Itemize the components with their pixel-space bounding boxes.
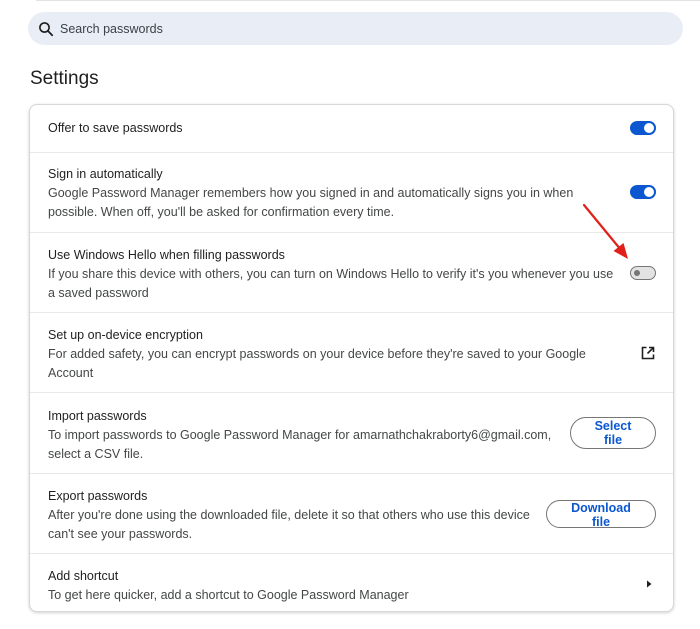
- top-divider: [36, 0, 700, 1]
- setting-description: Account: [48, 366, 94, 380]
- toggle-knob: [634, 270, 640, 276]
- setting-sign-in-automatically[interactable]: Sign in automatically Google Password Ma…: [30, 152, 673, 232]
- toggle-knob: [644, 123, 654, 133]
- setting-offer-save-passwords[interactable]: Offer to save passwords: [30, 105, 673, 152]
- toggle-knob: [644, 187, 654, 197]
- download-file-button[interactable]: Download file: [546, 500, 656, 529]
- page-title: Settings: [30, 68, 99, 89]
- setting-description: If you share this device with others, yo…: [48, 267, 614, 281]
- open-in-new-icon[interactable]: [640, 345, 656, 361]
- offer-save-toggle[interactable]: [630, 121, 656, 135]
- chevron-right-icon[interactable]: [644, 579, 654, 589]
- setting-title: Sign in automatically: [48, 167, 163, 181]
- setting-description: select a CSV file.: [48, 447, 144, 461]
- setting-description: To get here quicker, add a shortcut to G…: [48, 588, 409, 602]
- setting-description: possible. When off, you'll be asked for …: [48, 205, 395, 219]
- select-file-button[interactable]: Select file: [570, 417, 656, 449]
- setting-title: Add shortcut: [48, 569, 119, 583]
- setting-description: For added safety, you can encrypt passwo…: [48, 347, 586, 361]
- setting-windows-hello[interactable]: Use Windows Hello when filling passwords…: [30, 232, 673, 312]
- setting-on-device-encryption[interactable]: Set up on-device encryption For added sa…: [30, 312, 673, 392]
- setting-add-shortcut[interactable]: Add shortcut To get here quicker, add a …: [30, 553, 673, 611]
- setting-title: Import passwords: [48, 409, 147, 423]
- setting-title: Export passwords: [48, 489, 148, 503]
- search-icon: [39, 21, 54, 36]
- setting-description: After you're done using the downloaded f…: [48, 508, 530, 522]
- setting-description: can't see your passwords.: [48, 527, 193, 541]
- setting-export-passwords: Export passwords After you're done using…: [30, 473, 673, 553]
- sign-in-auto-toggle[interactable]: [630, 185, 656, 199]
- windows-hello-toggle[interactable]: [630, 266, 656, 280]
- setting-title: Offer to save passwords: [48, 121, 183, 135]
- setting-description: To import passwords to Google Password M…: [48, 428, 552, 442]
- search-bar[interactable]: [28, 12, 683, 45]
- setting-title: Set up on-device encryption: [48, 328, 203, 342]
- setting-description: a saved password: [48, 286, 149, 300]
- settings-card: Offer to save passwords Sign in automati…: [29, 104, 674, 612]
- setting-description: Google Password Manager remembers how yo…: [48, 186, 574, 200]
- setting-title: Use Windows Hello when filling passwords: [48, 248, 285, 262]
- annotation-arrow-icon: [582, 203, 628, 259]
- setting-import-passwords: Import passwords To import passwords to …: [30, 392, 673, 473]
- search-input[interactable]: [60, 21, 620, 36]
